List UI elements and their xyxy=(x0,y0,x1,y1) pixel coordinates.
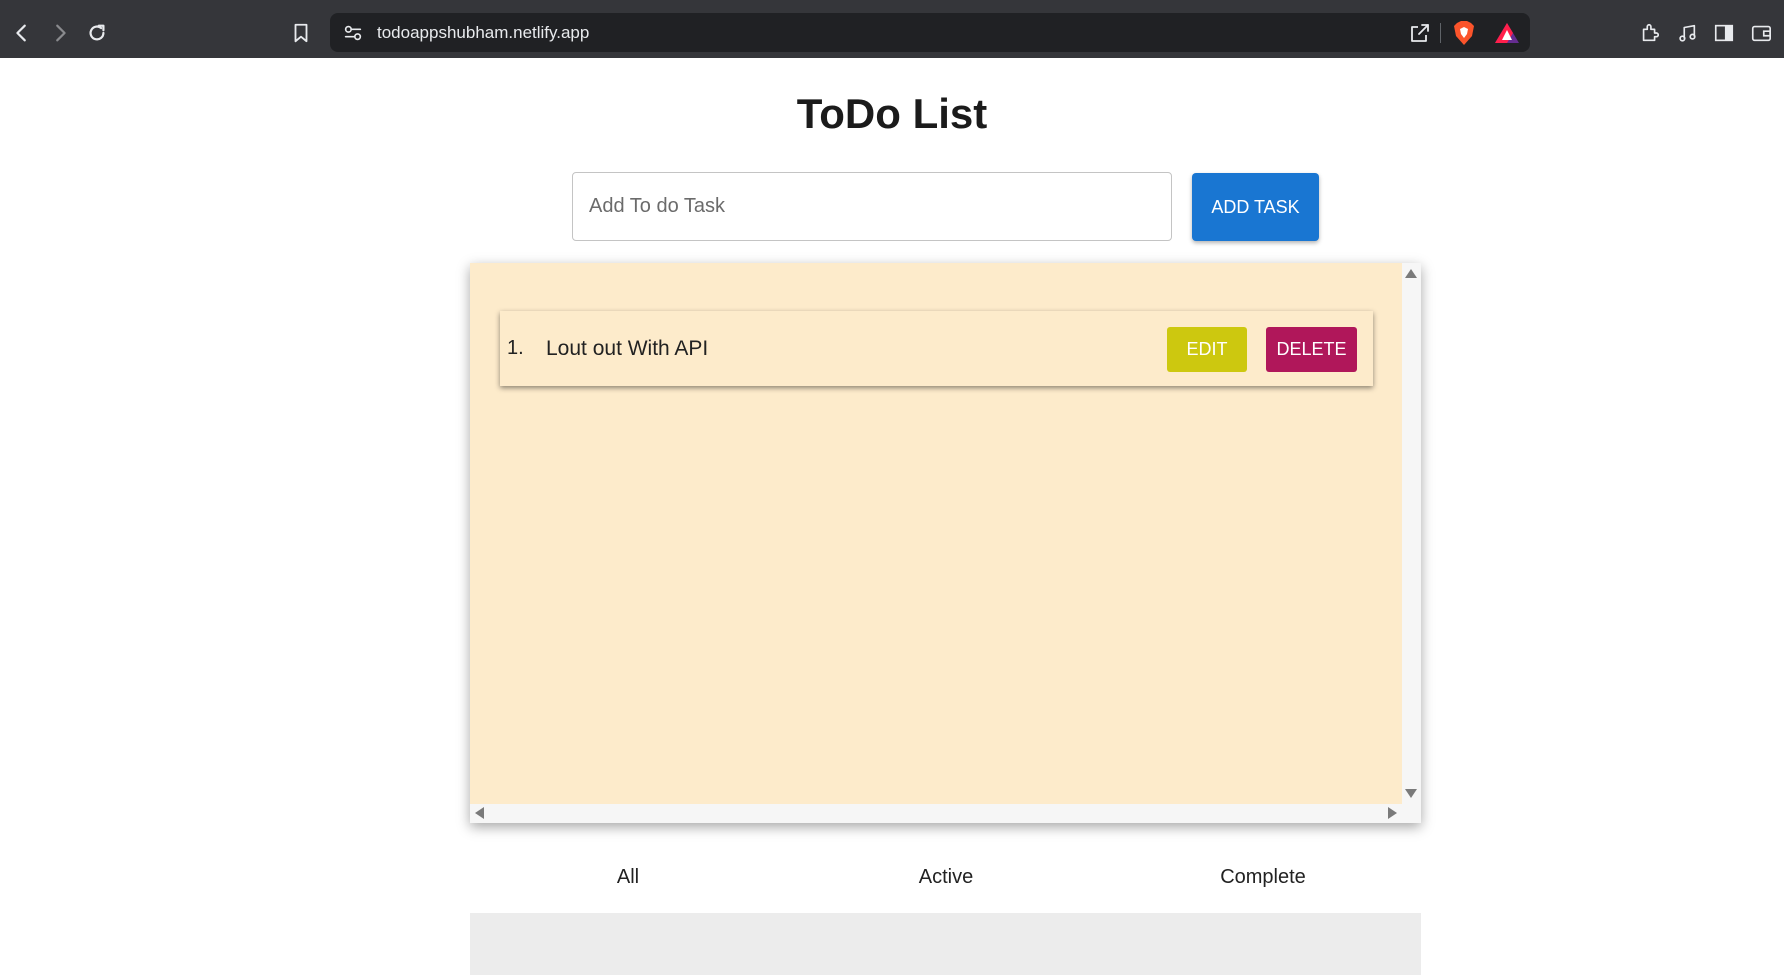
back-icon[interactable] xyxy=(4,15,40,51)
task-list-panel: 1. Lout out With API EDIT DELETE xyxy=(470,263,1421,823)
page-title: ToDo List xyxy=(796,90,988,137)
scroll-down-icon[interactable] xyxy=(1405,789,1417,798)
forward-icon[interactable] xyxy=(42,15,78,51)
brave-rewards-icon[interactable] xyxy=(1494,21,1520,45)
horizontal-scrollbar[interactable] xyxy=(470,804,1421,823)
add-task-button[interactable]: ADD TASK xyxy=(1192,173,1319,241)
task-number: 1. xyxy=(507,337,524,359)
scroll-up-icon[interactable] xyxy=(1405,269,1417,278)
divider xyxy=(1440,23,1441,43)
task-item: 1. Lout out With API EDIT DELETE xyxy=(500,311,1373,386)
reload-icon[interactable] xyxy=(79,15,115,51)
share-icon[interactable] xyxy=(1408,21,1432,45)
filter-all[interactable]: All xyxy=(528,861,728,893)
bookmark-icon[interactable] xyxy=(283,15,319,51)
scroll-right-icon[interactable] xyxy=(1388,807,1397,819)
filter-complete[interactable]: Complete xyxy=(1163,861,1363,893)
wallet-icon[interactable] xyxy=(1743,15,1779,51)
sidebar-toggle-icon[interactable] xyxy=(1706,15,1742,51)
extensions-icon[interactable] xyxy=(1632,15,1668,51)
filter-active[interactable]: Active xyxy=(846,861,1046,893)
address-bar[interactable]: todoappshubham.netlify.app xyxy=(330,13,1530,52)
media-controls-icon[interactable] xyxy=(1669,15,1705,51)
edit-button[interactable]: EDIT xyxy=(1167,327,1247,372)
scroll-left-icon[interactable] xyxy=(475,807,484,819)
vertical-scrollbar[interactable] xyxy=(1402,263,1421,804)
page-content: ToDo List ADD TASK 1. Lout out With API … xyxy=(0,58,1784,975)
task-input[interactable] xyxy=(572,172,1172,241)
task-text: Lout out With API xyxy=(546,337,709,360)
url-text[interactable]: todoappshubham.netlify.app xyxy=(377,13,589,52)
footer-bar xyxy=(470,913,1421,975)
brave-shields-icon[interactable] xyxy=(1452,20,1476,46)
site-settings-icon[interactable] xyxy=(342,22,364,44)
delete-button[interactable]: DELETE xyxy=(1266,327,1357,372)
browser-toolbar: todoappshubham.netlify.app xyxy=(0,7,1784,58)
